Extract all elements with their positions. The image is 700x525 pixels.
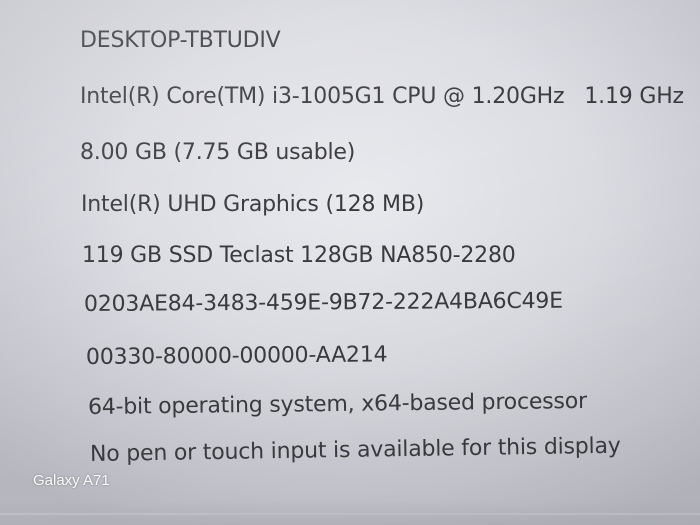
system-type-value: 64-bit operating system, x64-based proce… — [87, 388, 588, 420]
screen-bottom-divider — [0, 513, 700, 515]
device-name-value: DESKTOP-TBTUDIV — [80, 28, 281, 53]
processor-model: Intel(R) Core(TM) i3-1005G1 CPU @ 1.20GH… — [80, 84, 565, 109]
device-id-value: 0203AE84-3483-459E-9B72-222A4BA6C49E — [83, 288, 563, 317]
product-id-value: 00330-80000-00000-AA214 — [85, 342, 388, 370]
photo-of-screen: DESKTOP-TBTUDIV Intel(R) Core(TM) i3-100… — [0, 0, 700, 525]
processor-speed: 1.19 GHz — [584, 84, 684, 109]
storage-value: 119 GB SSD Teclast 128GB NA850-2280 — [82, 243, 516, 268]
processor-value: Intel(R) Core(TM) i3-1005G1 CPU @ 1.20GH… — [80, 84, 684, 109]
pen-and-touch-value: No pen or touch input is available for t… — [89, 433, 621, 467]
camera-watermark: Galaxy A71 — [33, 472, 110, 489]
installed-ram-value: 8.00 GB (7.75 GB usable) — [80, 140, 356, 165]
graphics-value: Intel(R) UHD Graphics (128 MB) — [81, 192, 425, 217]
